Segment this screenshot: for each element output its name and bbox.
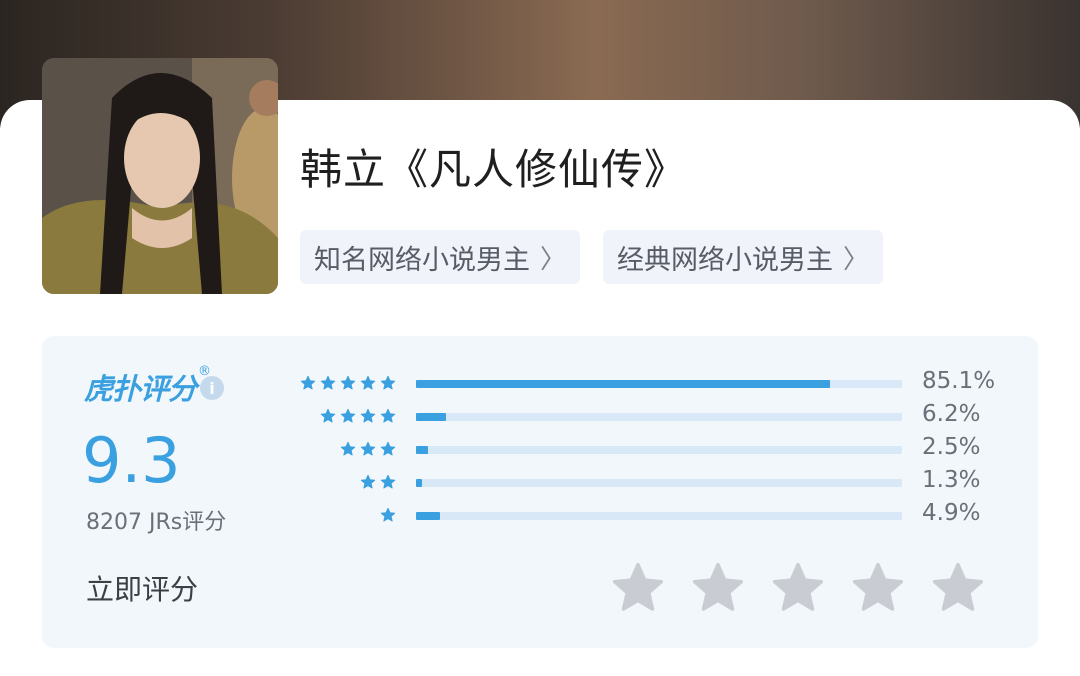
distribution-percent: 1.3% (922, 467, 981, 493)
character-avatar (42, 58, 278, 294)
distribution-bar-fill (416, 479, 423, 487)
star-icon (380, 441, 396, 456)
star-icon (360, 375, 376, 390)
star-icon (380, 507, 396, 522)
tag-famous-novel-hero[interactable]: 知名网络小说男主 〉 (300, 230, 581, 284)
star-icon (380, 375, 396, 390)
rate-star-5[interactable] (930, 560, 986, 620)
rate-now-label: 立即评分 (86, 573, 199, 606)
rate-star-3[interactable] (770, 560, 826, 620)
star-icon (360, 408, 376, 423)
distribution-bar-fill (416, 512, 440, 520)
distribution-percent: 2.5% (922, 434, 981, 460)
rate-star-2[interactable] (690, 560, 746, 620)
chevron-right-icon: 〉 (540, 244, 567, 275)
rate-star-4[interactable] (850, 560, 906, 620)
distribution-row-4-star: 6.2% (42, 401, 1038, 429)
distribution-bar-track (416, 479, 902, 487)
star-outline-icon (612, 562, 664, 611)
star-level (336, 436, 396, 462)
tag-label: 经典网络小说男主 (617, 244, 833, 276)
star-icon (380, 408, 396, 423)
star-level (296, 370, 396, 396)
star-outline-icon (692, 562, 744, 611)
star-icon (340, 408, 356, 423)
star-level (356, 469, 396, 495)
character-title: 韩立《凡人修仙传》 (300, 145, 688, 194)
distribution-percent: 6.2% (922, 401, 981, 427)
rate-stars (610, 560, 990, 614)
star-outline-icon (852, 562, 904, 611)
star-icon (360, 441, 376, 456)
distribution-bar-track (416, 413, 902, 421)
star-icon (380, 474, 396, 489)
distribution-bar-fill (416, 446, 429, 454)
distribution-bar-fill (416, 380, 830, 388)
star-icon (320, 408, 336, 423)
distribution-row-1-star: 4.9% (42, 500, 1038, 528)
star-level (316, 403, 396, 429)
star-outline-icon (932, 562, 984, 611)
star-level (376, 502, 396, 528)
star-icon (340, 441, 356, 456)
distribution-bar-fill (416, 413, 447, 421)
rate-star-1[interactable] (610, 560, 666, 620)
distribution-percent: 4.9% (922, 500, 981, 526)
star-icon (360, 474, 376, 489)
distribution-row-5-star: 85.1% (42, 368, 1038, 396)
star-icon (340, 375, 356, 390)
distribution-bar-track (416, 446, 902, 454)
rating-panel: 虎扑评分 ® i 9.3 8207 JRs评分 立即评分 85.1% 6.2% 2.… (42, 336, 1038, 648)
distribution-percent: 85.1% (922, 368, 996, 394)
star-icon (300, 375, 316, 390)
star-outline-icon (772, 562, 824, 611)
star-icon (320, 375, 336, 390)
distribution-bar-track (416, 380, 902, 388)
distribution-bar-track (416, 512, 902, 520)
tag-label: 知名网络小说男主 (314, 244, 530, 276)
chevron-right-icon: 〉 (843, 244, 870, 275)
distribution-row-3-star: 2.5% (42, 434, 1038, 462)
distribution-row-2-star: 1.3% (42, 467, 1038, 495)
tag-classic-novel-hero[interactable]: 经典网络小说男主 〉 (603, 230, 884, 284)
